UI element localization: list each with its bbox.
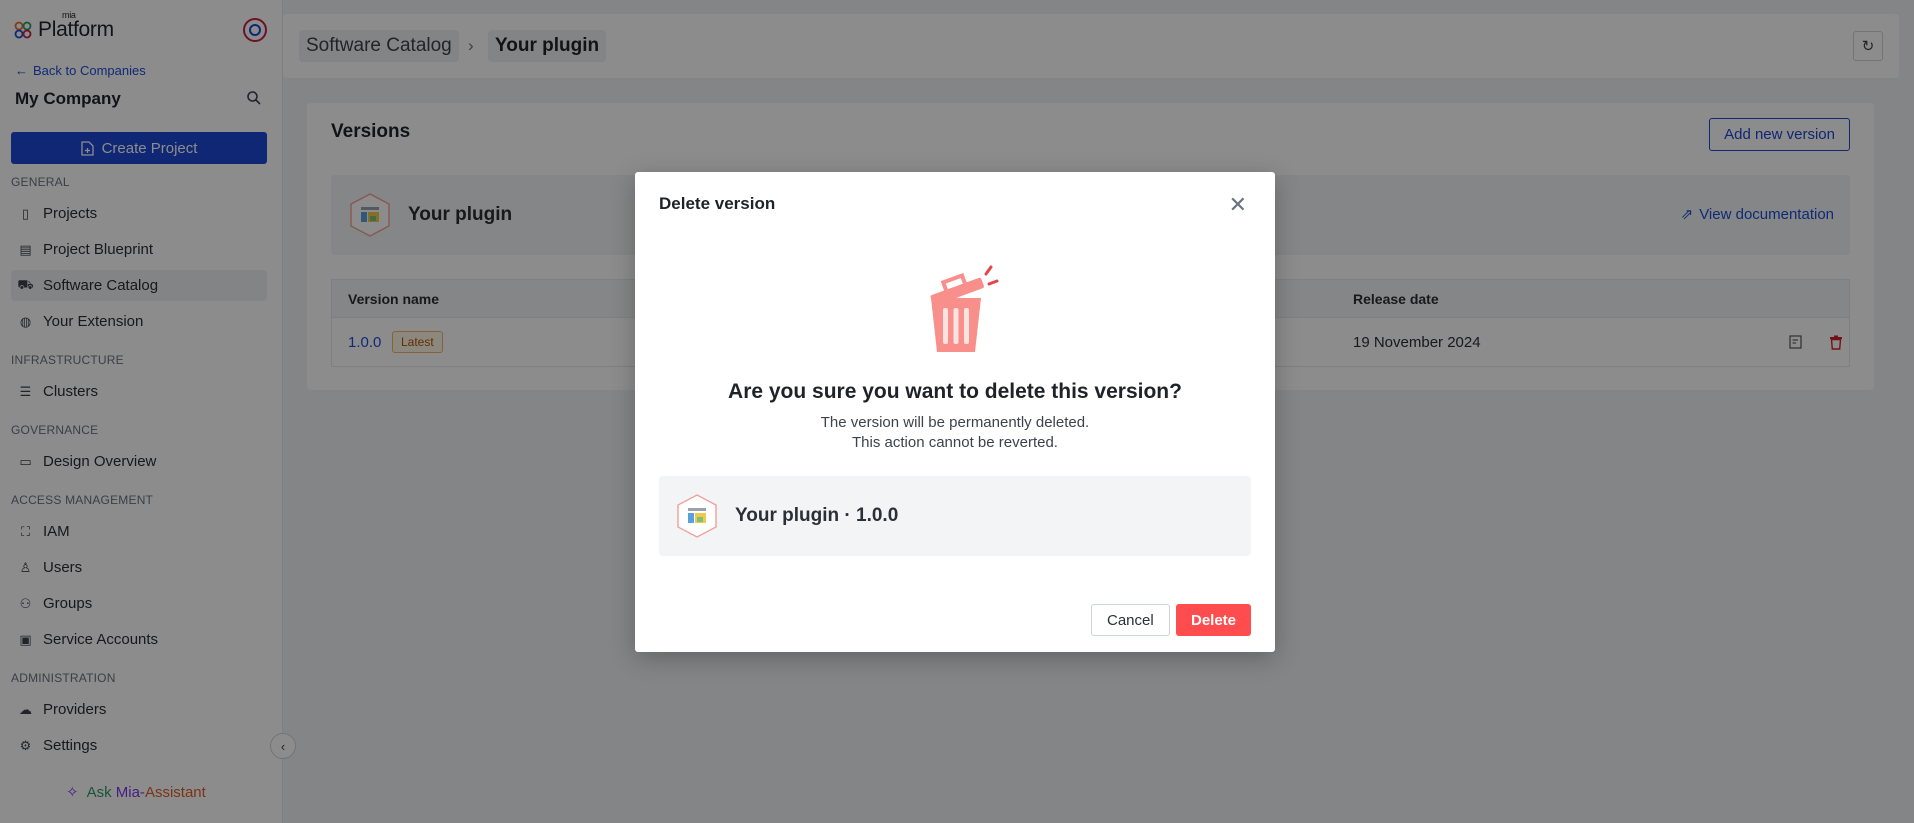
modal-description-line-1: The version will be permanently deleted.	[820, 414, 1090, 431]
modal-heading: Are you sure you want to delete this ver…	[728, 380, 1182, 403]
delete-version-modal: Delete version ✕ Are you sure you want t…	[635, 172, 1275, 652]
modal-plugin-label: Your plugin · 1.0.0	[735, 505, 899, 526]
close-icon[interactable]: ✕	[1229, 192, 1247, 218]
trash-illustration-icon	[930, 265, 999, 352]
cancel-button[interactable]: Cancel	[1091, 604, 1170, 636]
modal-description-line-2: This action cannot be reverted.	[852, 434, 1058, 451]
modal-title: Delete version	[659, 194, 776, 213]
modal-plugin-summary: Your plugin · 1.0.0	[659, 476, 1251, 556]
delete-button[interactable]: Delete	[1176, 604, 1252, 636]
plugin-hex-icon	[677, 494, 717, 538]
